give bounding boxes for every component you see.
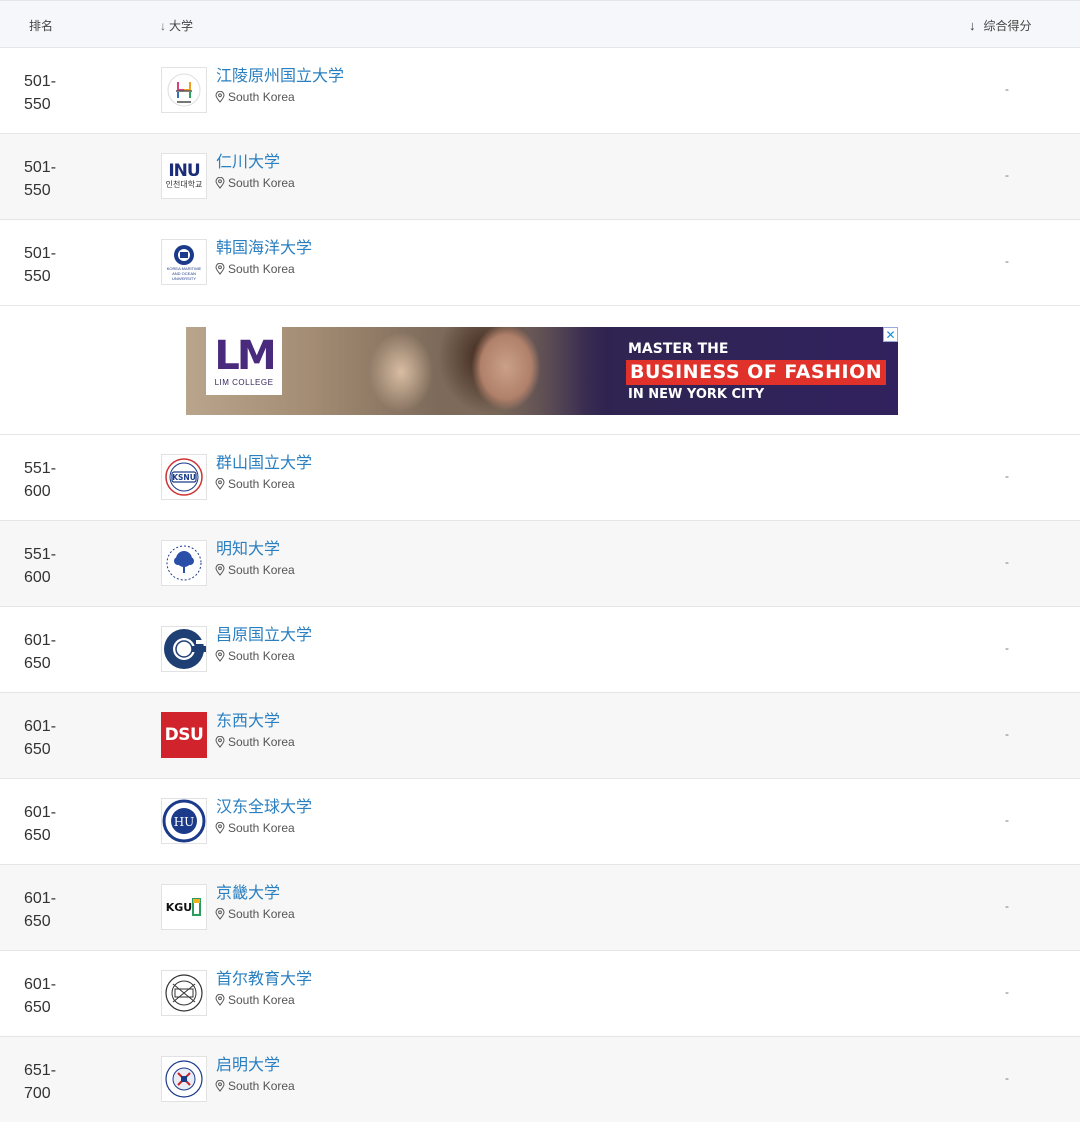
- score-value: -: [1005, 82, 1009, 96]
- rank-value: 601- 650: [24, 804, 57, 844]
- score-value: -: [1005, 985, 1009, 999]
- changwon-logo[interactable]: [161, 626, 207, 672]
- location-pin-icon: [215, 822, 225, 834]
- university-link[interactable]: 昌原国立大学: [216, 621, 312, 645]
- university-link[interactable]: 京畿大学: [216, 879, 280, 903]
- table-row: 551- 600 KSNU 群山国立大学 South Korea -: [0, 435, 1080, 521]
- table-row: 501- 550 KOREA MARITIME AND OCEAN UNIVERS…: [0, 220, 1080, 306]
- location-pin-icon: [215, 1080, 225, 1092]
- score-value: -: [1005, 1071, 1009, 1085]
- kmou-logo[interactable]: KOREA MARITIME AND OCEAN UNIVERSITY: [161, 239, 207, 285]
- location: South Korea: [215, 477, 295, 491]
- location: South Korea: [215, 1079, 295, 1093]
- ad-brand-logo: LM LIM COLLEGE: [206, 327, 282, 395]
- arrow-down-icon: ↓: [969, 18, 976, 33]
- handong-logo[interactable]: HU: [161, 798, 207, 844]
- score-value: -: [1005, 254, 1009, 268]
- arrow-down-icon: ↓: [160, 19, 166, 33]
- rank-value: 601- 650: [24, 718, 57, 758]
- table-row: 601- 650 首尔教育大学 South Korea -: [0, 951, 1080, 1037]
- university-link[interactable]: 汉东全球大学: [216, 793, 312, 817]
- table-row: 601- 650 昌原国立大学 South Korea -: [0, 607, 1080, 693]
- university-column-label: 大学: [169, 19, 194, 33]
- table-row: 651- 700 启明大学 South Korea -: [0, 1037, 1080, 1122]
- university-link[interactable]: 东西大学: [216, 707, 280, 731]
- university-link[interactable]: 首尔教育大学: [216, 965, 312, 989]
- table-row: 551- 600 明知大学 South Korea -: [0, 521, 1080, 607]
- location-pin-icon: [215, 478, 225, 490]
- location: South Korea: [215, 907, 295, 921]
- keimyung-logo[interactable]: [161, 1056, 207, 1102]
- location-pin-icon: [215, 91, 225, 103]
- incheon-logo[interactable]: INU 인천대학교: [161, 153, 207, 199]
- university-link[interactable]: 仁川大学: [216, 148, 280, 172]
- location-pin-icon: [215, 736, 225, 748]
- gangneung-wonju-logo[interactable]: [161, 67, 207, 113]
- score-value: -: [1005, 727, 1009, 741]
- ad-headline-3: IN NEW YORK CITY: [628, 387, 765, 402]
- university-column-header[interactable]: ↓ 大学: [160, 17, 193, 34]
- score-value: -: [1005, 168, 1009, 182]
- myongji-logo[interactable]: [161, 540, 207, 586]
- location-pin-icon: [215, 908, 225, 920]
- university-link[interactable]: 韩国海洋大学: [216, 234, 312, 258]
- score-column-header[interactable]: ↓ 综合得分: [969, 17, 1032, 34]
- location: South Korea: [215, 563, 295, 577]
- ksnu-logo[interactable]: KSNU: [161, 454, 207, 500]
- rank-column-header[interactable]: 排名: [29, 17, 53, 34]
- table-row: 601- 650 DSU 东西大学 South Korea -: [0, 693, 1080, 779]
- rank-value: 551- 600: [24, 546, 57, 586]
- ranking-table: 排名 ↓ 大学 ↓ 综合得分 501- 550 江陵原州国立大学 South Kore…: [0, 0, 1080, 1122]
- advertisement-banner[interactable]: LM LIM COLLEGE MASTER THE BUSINESS OF FA…: [186, 327, 898, 415]
- score-value: -: [1005, 469, 1009, 483]
- rank-value: 551- 600: [24, 460, 57, 500]
- score-value: -: [1005, 641, 1009, 655]
- location: South Korea: [215, 649, 295, 663]
- location-pin-icon: [215, 564, 225, 576]
- location-pin-icon: [215, 177, 225, 189]
- university-link[interactable]: 群山国立大学: [216, 449, 312, 473]
- location-pin-icon: [215, 650, 225, 662]
- table-row: 501- 550 INU 인천대학교 仁川大学 South Korea -: [0, 134, 1080, 220]
- university-link[interactable]: 启明大学: [216, 1051, 280, 1075]
- location-pin-icon: [215, 994, 225, 1006]
- score-column-label: 综合得分: [983, 19, 1032, 33]
- advertisement-row: LM LIM COLLEGE MASTER THE BUSINESS OF FA…: [0, 306, 1080, 435]
- location: South Korea: [215, 993, 295, 1007]
- rank-value: 601- 650: [24, 632, 57, 672]
- location: South Korea: [215, 821, 295, 835]
- rank-value: 501- 550: [24, 73, 57, 113]
- location: South Korea: [215, 176, 295, 190]
- rank-value: 601- 650: [24, 890, 57, 930]
- table-header: 排名 ↓ 大学 ↓ 综合得分: [0, 0, 1080, 48]
- table-row: 601- 650 KGU 京畿大学 South Korea -: [0, 865, 1080, 951]
- rank-value: 501- 550: [24, 245, 57, 285]
- ad-headline-1: MASTER THE: [628, 341, 729, 357]
- location: South Korea: [215, 735, 295, 749]
- snue-logo[interactable]: [161, 970, 207, 1016]
- university-link[interactable]: 明知大学: [216, 535, 280, 559]
- score-value: -: [1005, 813, 1009, 827]
- university-link[interactable]: 江陵原州国立大学: [216, 62, 344, 86]
- location-pin-icon: [215, 263, 225, 275]
- svg-text:KSNU: KSNU: [172, 473, 196, 482]
- close-icon[interactable]: ✕: [883, 327, 898, 342]
- rank-value: 601- 650: [24, 976, 57, 1016]
- table-row: 501- 550 江陵原州国立大学 South Korea -: [0, 48, 1080, 134]
- score-value: -: [1005, 899, 1009, 913]
- kgu-logo[interactable]: KGU: [161, 884, 207, 930]
- location: South Korea: [215, 262, 295, 276]
- score-value: -: [1005, 555, 1009, 569]
- rank-value: 501- 550: [24, 159, 57, 199]
- dsu-logo[interactable]: DSU: [161, 712, 207, 758]
- ad-headline-2: BUSINESS OF FASHION: [626, 360, 887, 385]
- rank-value: 651- 700: [24, 1062, 57, 1102]
- location: South Korea: [215, 90, 295, 104]
- table-row: 601- 650 HU 汉东全球大学 South Korea -: [0, 779, 1080, 865]
- svg-text:HU: HU: [174, 815, 195, 829]
